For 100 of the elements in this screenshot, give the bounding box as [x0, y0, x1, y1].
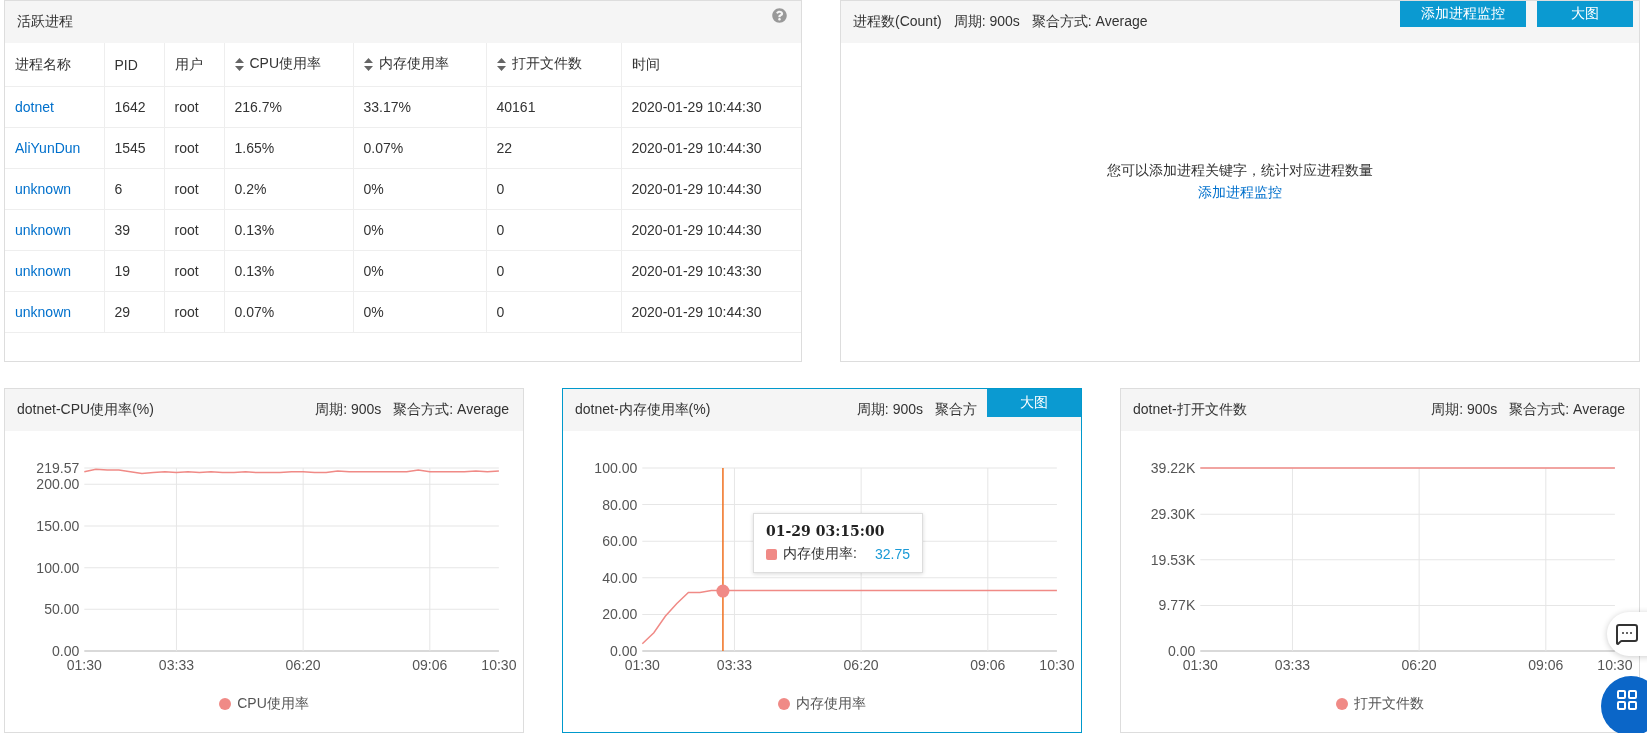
table-cell: 0.13%	[234, 263, 275, 279]
y-tick-label: 9.77K	[1158, 597, 1196, 614]
table-cell: 1545	[114, 140, 146, 156]
x-tick-label: 10:30	[1597, 657, 1633, 673]
process-link[interactable]: unknown	[15, 181, 72, 197]
column-header: 用户	[164, 43, 224, 87]
panel-title: dotnet-CPU使用率(%)	[17, 401, 154, 419]
y-tick-label: 80.00	[602, 496, 638, 513]
x-tick-label: 01:30	[1182, 657, 1218, 673]
y-tick-label: 200.00	[36, 476, 80, 493]
sort-icon[interactable]	[496, 57, 506, 71]
panel-title: 进程数(Count)	[853, 13, 942, 31]
legend-label[interactable]: 打开文件数	[1354, 695, 1424, 713]
x-tick-label: 06:20	[1401, 657, 1437, 673]
aggregation-label: 聚合方式: Average	[393, 401, 509, 419]
add-monitor-link[interactable]: 添加进程监控	[1198, 184, 1282, 202]
table-cell: 1642	[114, 99, 146, 115]
table-cell: root	[174, 181, 199, 197]
chat-icon	[1615, 622, 1639, 646]
aggregation-label: 聚合方式: Average	[1031, 13, 1148, 31]
hover-point	[716, 584, 730, 598]
grid-icon	[1615, 688, 1639, 712]
sort-icon[interactable]	[363, 57, 373, 71]
tooltip-value: 32.75	[874, 546, 910, 563]
enlarge-button[interactable]: 大图	[987, 389, 1081, 417]
table-cell: 2020-01-29 10:44:30	[631, 181, 762, 197]
y-tick-label: 219.57	[36, 460, 80, 476]
table-cell: 39	[114, 222, 131, 238]
table-cell: root	[174, 304, 199, 320]
sort-icon[interactable]	[234, 57, 244, 71]
column-label: 内存使用率	[378, 55, 449, 74]
x-tick-label: 03:33	[1274, 657, 1310, 673]
column-header[interactable]: CPU使用率	[224, 43, 353, 87]
table-cell: root	[174, 99, 199, 115]
x-tick-label: 09:06	[1528, 657, 1564, 673]
x-tick-label: 09:06	[412, 657, 448, 673]
y-tick-label: 20.00	[602, 606, 638, 623]
y-tick-label: 100.00	[36, 559, 80, 576]
table-cell: 0%	[363, 181, 384, 197]
panel-title: 活跃进程	[17, 13, 73, 31]
y-tick-label: 39.22K	[1150, 460, 1196, 476]
process-link[interactable]: AliYunDun	[15, 140, 81, 156]
period-label: 周期: 900s	[315, 401, 382, 419]
x-tick-label: 09:06	[970, 657, 1006, 673]
process-link[interactable]: unknown	[15, 304, 72, 320]
x-tick-label: 06:20	[285, 657, 321, 673]
column-label: CPU使用率	[249, 55, 322, 74]
table-cell: 0	[496, 263, 505, 279]
add-monitor-button[interactable]: 添加进程监控	[1400, 1, 1526, 27]
y-tick-label: 29.30K	[1150, 506, 1196, 523]
table-cell: root	[174, 222, 199, 238]
legend-label[interactable]: 内存使用率	[796, 695, 866, 713]
x-tick-label: 01:30	[66, 657, 102, 673]
table-cell: 0	[496, 181, 505, 197]
table-cell: root	[174, 263, 199, 279]
x-tick-label: 06:20	[843, 657, 879, 673]
y-tick-label: 100.00	[594, 460, 638, 476]
enlarge-button[interactable]: 大图	[1537, 1, 1633, 27]
x-tick-label: 01:30	[624, 657, 660, 673]
y-tick-label: 150.00	[36, 518, 80, 534]
table-cell: root	[174, 140, 199, 156]
series-swatch	[766, 548, 778, 560]
process-link[interactable]: unknown	[15, 222, 72, 238]
x-tick-label: 03:33	[716, 657, 752, 673]
column-label: 打开文件数	[511, 55, 582, 74]
tooltip-title: 01-29 03:15:00	[766, 523, 886, 540]
table-cell: 6	[114, 181, 123, 197]
table-cell: 0	[496, 222, 505, 238]
aggregation-label: 聚合方	[935, 401, 977, 419]
y-tick-label: 0.00	[51, 643, 80, 659]
x-tick-label: 10:30	[481, 657, 517, 673]
column-header: 时间	[621, 43, 801, 87]
table-cell: 0.2%	[234, 181, 267, 197]
column-header[interactable]: 打开文件数	[486, 43, 621, 87]
help-icon[interactable]	[772, 7, 787, 23]
table-cell: 40161	[496, 99, 536, 115]
table-cell: 29	[114, 304, 131, 320]
table-cell: 19	[114, 263, 131, 279]
empty-message: 您可以添加进程关键字，统计对应进程数量	[1107, 162, 1373, 180]
period-label: 周期: 900s	[953, 13, 1020, 31]
table-cell: 2020-01-29 10:43:30	[631, 263, 762, 279]
table-cell: 216.7%	[234, 99, 282, 115]
panel-title: dotnet-内存使用率(%)	[575, 401, 711, 419]
table-cell: 2020-01-29 10:44:30	[631, 222, 762, 238]
x-tick-label: 10:30	[1039, 657, 1075, 673]
table-cell: 0%	[363, 222, 384, 238]
process-link[interactable]: unknown	[15, 263, 72, 279]
legend-label[interactable]: CPU使用率	[237, 695, 309, 713]
tooltip-label: 内存使用率:	[783, 545, 857, 564]
y-tick-label: 0.00	[609, 643, 638, 659]
table-cell: 0%	[363, 263, 384, 279]
process-link[interactable]: dotnet	[15, 99, 54, 115]
table-cell: 2020-01-29 10:44:30	[631, 99, 762, 115]
table-cell: 2020-01-29 10:44:30	[631, 140, 762, 156]
aggregation-label: 聚合方式: Average	[1509, 401, 1625, 419]
column-header[interactable]: 内存使用率	[353, 43, 486, 87]
table-cell: 33.17%	[363, 99, 411, 115]
table-cell: 22	[496, 140, 513, 156]
table-cell: 0%	[363, 304, 384, 320]
table-cell: 1.65%	[234, 140, 275, 156]
